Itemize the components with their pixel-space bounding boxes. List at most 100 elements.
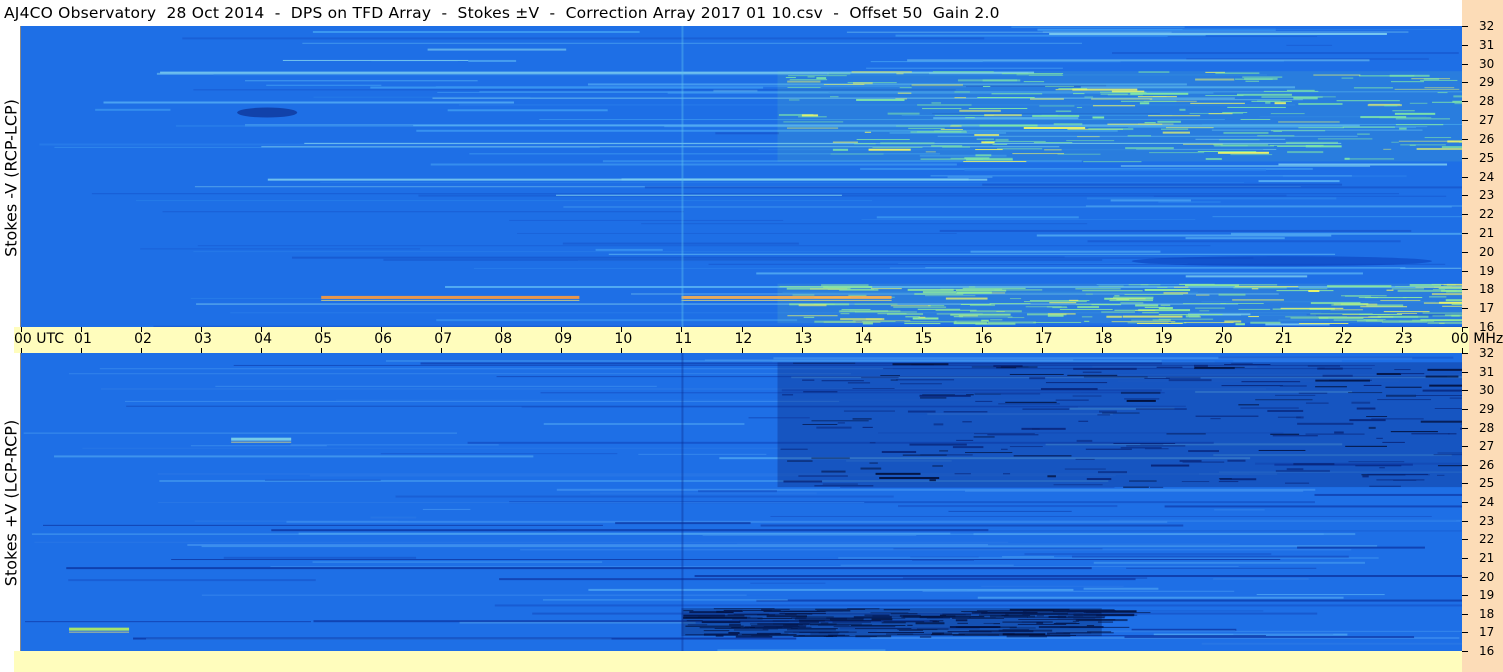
noise-dash — [1028, 74, 1064, 76]
interference-streak — [1256, 594, 1385, 596]
dark-dash — [1334, 431, 1344, 434]
cyan_line-edge — [69, 631, 130, 633]
noise-dash — [1160, 304, 1171, 306]
noise-dash — [1106, 315, 1122, 318]
noise-dash — [1125, 147, 1174, 150]
noise-dash — [832, 141, 858, 143]
interference-streak — [922, 590, 1235, 592]
noise-dash — [1135, 304, 1159, 307]
dark-dash — [886, 633, 914, 635]
frequency-tick-label-bottom: 25 — [1479, 476, 1495, 491]
interference-streak — [473, 267, 1401, 269]
dark-dash — [787, 628, 836, 631]
noise-dash — [1244, 77, 1278, 80]
dark-dash — [869, 462, 878, 464]
noise-dash — [1012, 153, 1065, 155]
noise-dash — [1236, 93, 1292, 96]
interference-streak — [270, 566, 1239, 568]
noise-dash — [1398, 140, 1454, 142]
dark-dash — [965, 452, 1013, 454]
noise-dash — [1235, 323, 1245, 326]
noise-dash — [968, 107, 1028, 109]
dark-dash — [1427, 368, 1462, 371]
noise-dash — [821, 284, 869, 287]
noise-dash — [1158, 318, 1214, 320]
noise-dash — [1409, 102, 1428, 104]
noise-dash — [1110, 298, 1146, 300]
interference-streak — [638, 453, 767, 455]
interference-streak — [621, 178, 969, 181]
dark-dash — [916, 628, 949, 630]
noise-dash — [1308, 290, 1320, 293]
interference-streak — [556, 194, 842, 196]
noise-dash — [1217, 151, 1269, 154]
dark-dash — [1385, 386, 1422, 388]
interference-streak — [756, 599, 1462, 602]
dark-dash — [969, 616, 996, 618]
noise-dash — [1185, 315, 1200, 318]
dark-dash — [847, 382, 871, 384]
dark-dash — [783, 626, 812, 628]
noise-dash — [1219, 139, 1260, 141]
dark-dash — [1422, 389, 1462, 392]
interference-streak — [520, 549, 1352, 551]
dark-dash — [1055, 399, 1089, 401]
frequency-tick-label-bottom: 18 — [1479, 606, 1495, 621]
dark-dash — [1195, 415, 1259, 417]
noise-dash — [1184, 284, 1240, 287]
noise-dash — [1131, 319, 1170, 321]
noise-dash — [984, 114, 1022, 117]
dark-dash — [1272, 435, 1318, 437]
noise-dash — [887, 112, 920, 115]
noise-dash — [1223, 131, 1269, 134]
dark-dash — [1376, 372, 1402, 375]
noise-dash — [787, 80, 821, 83]
hot_line — [321, 295, 580, 299]
interference-streak — [499, 578, 1136, 581]
dark-dash — [890, 613, 918, 615]
dark-dash — [1348, 392, 1383, 394]
hot_line-edge — [321, 299, 580, 301]
frequency-tick-bottom — [1462, 464, 1468, 466]
dark-dash — [1286, 468, 1304, 471]
noise-dash — [1179, 108, 1186, 111]
interference-streak — [595, 248, 663, 251]
dark-dash — [1055, 622, 1077, 624]
dark-dash — [713, 608, 775, 610]
dark-dash — [1045, 382, 1108, 384]
frequency-tick-label-top: 27 — [1479, 113, 1495, 128]
noise-dash — [965, 117, 975, 119]
dark-dash — [1168, 379, 1212, 382]
interference-streak — [898, 505, 1118, 508]
frequency-tick-bottom — [1462, 557, 1468, 559]
frequency-tick-label-bottom: 27 — [1479, 439, 1495, 454]
interference-streak — [756, 272, 1363, 275]
noise-dash — [975, 149, 1003, 151]
noise-dash — [1045, 85, 1074, 87]
time-tick-label: 01 — [74, 331, 92, 347]
dark-dash — [1194, 364, 1208, 367]
chart-title: AJ4CO Observatory 28 Oct 2014 - DPS on T… — [4, 4, 1000, 22]
noise-dash — [1205, 157, 1222, 160]
noise-dash — [1265, 101, 1271, 104]
noise-dash — [1336, 100, 1400, 102]
dark-dash — [685, 617, 711, 619]
noise-dash — [954, 320, 983, 322]
noise-dash — [1032, 114, 1080, 117]
frequency-ticks: 16 17 18 19 20 21 22 23 24 25 26 27 28 29 30 31 32 16 17 18… — [1462, 0, 1503, 672]
noise-dash — [981, 319, 989, 322]
noise-dash — [1384, 105, 1398, 107]
dark-dash — [852, 388, 895, 390]
noise-dash — [895, 125, 959, 127]
interference-streak — [125, 400, 840, 402]
noise-dash — [1162, 131, 1190, 134]
dark-dash — [932, 621, 940, 623]
noise-dash — [1251, 288, 1259, 290]
noise-dash — [1383, 311, 1430, 313]
interference-streak — [770, 515, 1432, 517]
interference-streak — [68, 579, 316, 582]
dark-dash — [1048, 615, 1067, 618]
interference-streak — [1185, 237, 1285, 240]
interference-streak — [302, 42, 1082, 44]
dark-dash — [958, 626, 998, 628]
